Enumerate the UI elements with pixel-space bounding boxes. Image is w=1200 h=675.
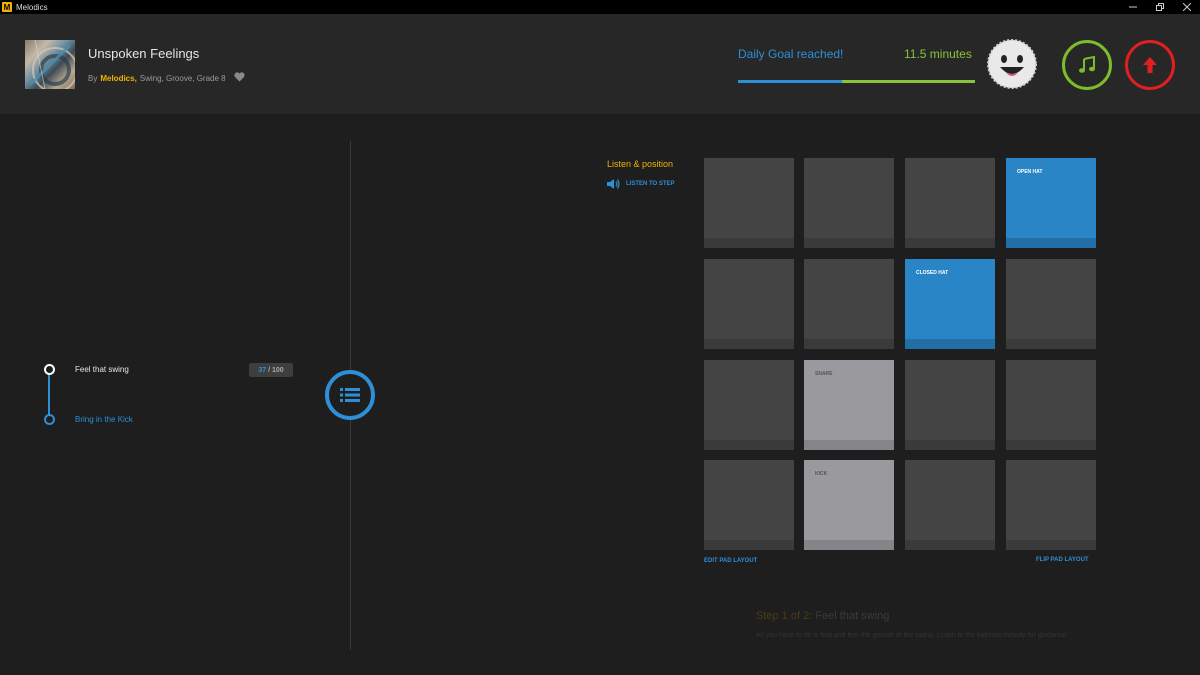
step-connector-line [48, 372, 50, 416]
pad-r1-c2[interactable] [804, 158, 894, 248]
daily-goal-progress-bar [738, 80, 975, 83]
progress-total: 100 [271, 366, 284, 374]
pad-r4-c1[interactable] [704, 460, 794, 550]
minimize-icon [1128, 6, 1137, 8]
melodics-logo-icon: M [2, 2, 12, 12]
restore-icon [1155, 3, 1164, 11]
album-art [25, 40, 75, 89]
window-controls [1119, 0, 1200, 14]
music-note-icon [1079, 56, 1095, 73]
step-info-heading: Step 1 of 2: Feel that swing [756, 610, 889, 622]
pad-r1-c3[interactable] [905, 158, 995, 248]
listen-to-step-label: LISTEN TO STEP [626, 181, 675, 187]
pad-r4-c4[interactable] [1006, 460, 1096, 550]
goal-bar-blue-segment [738, 80, 842, 83]
listen-position-title: Listen & position [607, 159, 674, 169]
pad-r2-c1[interactable] [704, 259, 794, 349]
step-1-label[interactable]: Feel that swing [75, 365, 129, 374]
progress-current: 37 [258, 366, 267, 374]
restore-button[interactable] [1146, 0, 1173, 14]
pad-r3-c3[interactable] [905, 360, 995, 450]
daily-goal-minutes: 11.5 minutes [904, 47, 972, 61]
song-title: Unspoken Feelings [88, 46, 200, 61]
lesson-header: Unspoken Feelings By Melodics, Swing, Gr… [0, 14, 1200, 114]
pad-r1-c1[interactable] [704, 158, 794, 248]
pad-r3-c1[interactable] [704, 360, 794, 450]
song-tags: Swing, Groove, Grade 8 [139, 73, 226, 83]
step-list-button[interactable] [325, 370, 375, 420]
album-art-graphic [28, 40, 75, 89]
arrow-up-icon [1143, 57, 1157, 73]
pad-r4-c3[interactable] [905, 460, 995, 550]
title-bar: M Melodics [0, 0, 1200, 14]
pad-r2-c4[interactable] [1006, 259, 1096, 349]
daily-goal-text: Daily Goal reached! [738, 47, 844, 61]
edit-pad-layout-link[interactable]: EDIT PAD LAYOUT [704, 558, 757, 564]
song-meta: By Melodics, Swing, Groove, Grade 8 [88, 72, 245, 84]
goal-bar-green-segment [842, 80, 975, 83]
step-title: Feel that swing [815, 610, 890, 622]
pad-closed-hat[interactable]: CLOSED HAT [905, 259, 995, 349]
minimize-button[interactable] [1119, 0, 1146, 14]
step-2-marker[interactable] [44, 414, 55, 425]
music-button[interactable] [1062, 40, 1112, 90]
close-icon [1182, 3, 1191, 11]
pad-kick[interactable]: KICK [804, 460, 894, 550]
pad-r2-c2[interactable] [804, 259, 894, 349]
speaker-icon [607, 179, 620, 189]
step-description: All you have to do is find and feel the … [756, 632, 1069, 639]
smiley-face-icon [987, 39, 1037, 89]
pad-r3-c4[interactable] [1006, 360, 1096, 450]
step-progress-badge: 37 / 100 [249, 363, 293, 377]
favorite-heart-icon[interactable] [234, 72, 245, 84]
by-prefix: By [88, 73, 98, 83]
flip-pad-layout-link[interactable]: FLIP PAD LAYOUT [1036, 557, 1089, 563]
window-title: Melodics [16, 2, 48, 12]
pad-closed-hat-label: CLOSED HAT [916, 270, 949, 276]
pad-open-hat-label: OPEN HAT [1017, 169, 1043, 175]
author-link[interactable]: Melodics, [100, 74, 136, 83]
step-number: Step 1 of 2: [756, 610, 813, 622]
pad-snare-label: SNARE [815, 371, 833, 377]
step-2-label[interactable]: Bring in the Kick [75, 415, 133, 424]
pad-open-hat[interactable]: OPEN HAT [1006, 158, 1096, 248]
close-button[interactable] [1173, 0, 1200, 14]
level-up-button[interactable] [1125, 40, 1175, 90]
step-1-marker[interactable] [44, 364, 55, 375]
pad-snare[interactable]: SNARE [804, 360, 894, 450]
pad-kick-label: KICK [815, 471, 828, 477]
list-icon [340, 388, 360, 402]
listen-to-step-button[interactable]: LISTEN TO STEP [606, 178, 675, 190]
